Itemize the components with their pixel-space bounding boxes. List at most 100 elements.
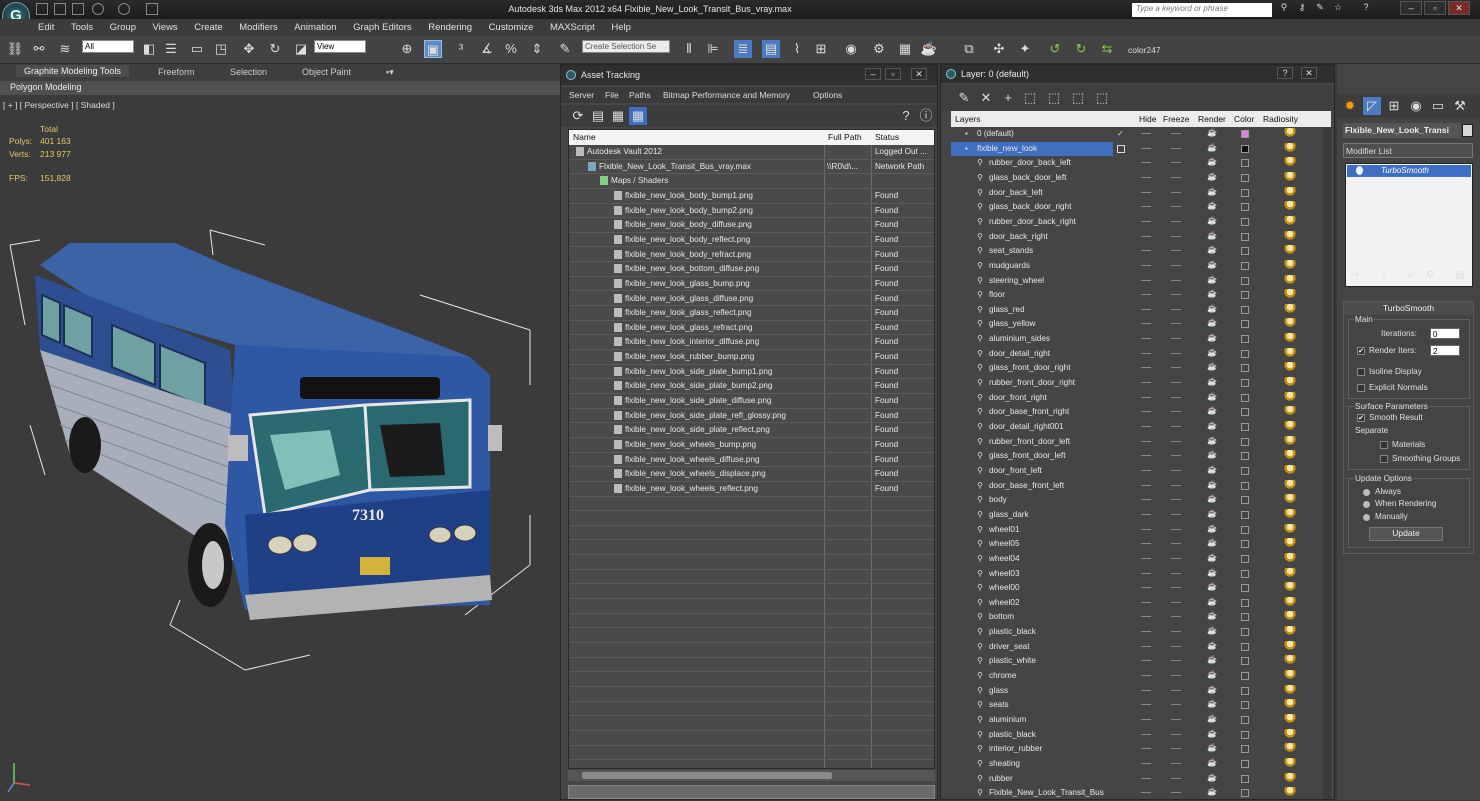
bind-spacewarp-icon[interactable]: ≋ (56, 40, 74, 58)
selection-filter-dropdown[interactable]: All (82, 40, 134, 53)
layer-manager-icon[interactable]: ≣ (734, 40, 752, 58)
create-layer-icon[interactable]: ✎ (955, 89, 973, 107)
freeze-toggle[interactable] (1171, 587, 1181, 589)
layer-row[interactable]: ⚲ glass_front_door_left ☕ (951, 449, 1331, 464)
layer-row[interactable]: ⚲ interior_rubber ☕ (951, 742, 1331, 757)
render-teapot-icon[interactable]: ☕ (1207, 407, 1217, 415)
freeze-toggle[interactable] (1171, 206, 1181, 208)
create-tab-icon[interactable]: ✹ (1341, 97, 1359, 115)
freeze-toggle[interactable] (1171, 279, 1181, 281)
menu-customize[interactable]: Customize (489, 19, 534, 36)
hide-toggle[interactable] (1141, 396, 1151, 398)
unlink-icon[interactable]: ⚯ (30, 40, 48, 58)
modifier-list-dropdown[interactable]: Modifier List (1343, 143, 1473, 158)
layer-color-swatch[interactable] (1241, 144, 1249, 153)
radiosity-icon[interactable] (1284, 347, 1296, 358)
asset-row[interactable]: flxible_new_look_side_plate_reflect.png F… (569, 423, 934, 438)
edit-named-selection-icon[interactable]: ✎ (556, 40, 574, 58)
freeze-toggle[interactable] (1171, 308, 1181, 310)
layer-row[interactable]: ⚲ door_front_right ☕ (951, 391, 1331, 406)
rollout-title[interactable]: TurboSmooth (1344, 302, 1473, 315)
radiosity-icon[interactable] (1284, 567, 1296, 578)
layer-color-swatch[interactable] (1241, 701, 1249, 710)
hide-toggle[interactable] (1141, 264, 1151, 266)
material-editor-icon[interactable]: ◉ (842, 40, 860, 58)
display-tab-icon[interactable]: ▭ (1429, 97, 1447, 115)
search-input[interactable]: Type a keyword or phrase (1132, 3, 1272, 17)
layer-row[interactable]: ⚲ door_base_front_right ☕ (951, 405, 1331, 420)
layer-row[interactable]: ⚲ door_detail_right ☕ (951, 347, 1331, 362)
layer-color-swatch[interactable] (1241, 613, 1249, 622)
layer-color-swatch[interactable] (1241, 320, 1249, 329)
render-teapot-icon[interactable]: ☕ (1207, 231, 1217, 240)
radiosity-icon[interactable] (1284, 450, 1296, 461)
freeze-toggle[interactable] (1171, 719, 1181, 720)
move-icon[interactable]: ✥ (240, 40, 258, 58)
freeze-toggle[interactable] (1171, 323, 1181, 325)
lights-icon[interactable]: ✦ (1016, 40, 1034, 58)
render-teapot-icon[interactable]: ☕ (1207, 172, 1217, 181)
radiosity-icon[interactable] (1284, 699, 1296, 710)
layer-vscrollbar[interactable] (1323, 127, 1331, 799)
pin-stack-icon[interactable]: ⊣ (1345, 267, 1363, 285)
snaps-toggle-icon[interactable]: ³ (452, 40, 470, 58)
table-view-icon[interactable]: ▦ (629, 107, 647, 125)
render-teapot-icon[interactable]: ☕ (1207, 729, 1217, 738)
snapshot-icon[interactable]: ↺ (1046, 40, 1064, 58)
render-teapot-icon[interactable]: ☕ (1207, 158, 1217, 166)
layer-color-swatch[interactable] (1241, 759, 1249, 768)
layer-color-swatch[interactable] (1241, 628, 1249, 637)
render-production-icon[interactable]: ☕ (920, 40, 938, 58)
layer-row[interactable]: ⚲ body ☕ (951, 493, 1331, 508)
asset-maximize-button[interactable]: ▫ (885, 68, 901, 80)
layer-row[interactable]: ⚲ seat_stands ☕ (951, 244, 1331, 259)
hide-toggle[interactable] (1141, 557, 1151, 559)
render-teapot-icon[interactable]: ☕ (1207, 641, 1217, 650)
hide-toggle[interactable] (1141, 704, 1151, 706)
radiosity-icon[interactable] (1284, 289, 1296, 300)
render-teapot-icon[interactable]: ☕ (1207, 334, 1217, 342)
freeze-toggle[interactable] (1171, 601, 1181, 603)
render-teapot-icon[interactable]: ☕ (1207, 451, 1217, 459)
render-teapot-icon[interactable]: ☕ (1207, 495, 1217, 503)
render-teapot-icon[interactable]: ☕ (1207, 612, 1217, 620)
configure-sets-icon[interactable]: ▤ (1451, 267, 1469, 285)
freeze-toggle[interactable] (1171, 660, 1181, 662)
layer-row[interactable]: ⚲ steering_wheel ☕ (951, 274, 1331, 289)
align-icon[interactable]: ⊫ (704, 40, 722, 58)
layer-row[interactable]: ⚲ aluminium ☕ (951, 713, 1331, 728)
asset-row[interactable]: flxible_new_look_wheels_bump.png Found (569, 438, 934, 453)
layer-color-swatch[interactable] (1241, 276, 1249, 285)
hide-all-icon[interactable]: ⬚ (1069, 89, 1087, 107)
layer-row[interactable]: ⚲ plastic_white ☕ (951, 654, 1331, 669)
render-teapot-icon[interactable]: ☕ (1207, 597, 1217, 606)
layer-color-swatch[interactable] (1241, 159, 1249, 168)
asset-row[interactable]: flxible_new_look_wheels_displace.png Foun… (569, 467, 934, 482)
object-name-field[interactable]: Flxible_New_Look_Transi (1343, 123, 1461, 138)
freeze-toggle[interactable] (1171, 191, 1181, 193)
col-freeze[interactable]: Freeze (1163, 114, 1189, 124)
refresh-icon[interactable]: ⟳ (569, 107, 587, 125)
radiosity-icon[interactable] (1284, 596, 1296, 607)
layer-row[interactable]: ⚲ glass_front_door_right ☕ (951, 361, 1331, 376)
ribbon-options-icon[interactable]: ▪▾ (386, 67, 394, 78)
layer-color-swatch[interactable] (1241, 789, 1249, 798)
asset-row[interactable]: Maps / Shaders (569, 174, 934, 189)
layer-row[interactable]: ⚲ wheel00 ☕ (951, 581, 1331, 596)
layer-row[interactable]: ⚲ Flxible_New_Look_Transit_Bus ☕ (951, 786, 1331, 801)
asset-row[interactable]: flxible_new_look_side_plate_bump2.png Fou… (569, 379, 934, 394)
hide-toggle[interactable] (1141, 426, 1151, 427)
col-radiosity[interactable]: Radiosity (1263, 114, 1298, 124)
asset-row[interactable]: flxible_new_look_wheels_diffuse.png Found (569, 453, 934, 468)
layer-color-swatch[interactable] (1241, 130, 1249, 138)
layer-color-swatch[interactable] (1241, 423, 1249, 431)
layer-row[interactable]: ⚲ door_base_front_left ☕ (951, 479, 1331, 494)
layer-color-swatch[interactable] (1241, 584, 1249, 593)
menu-help[interactable]: Help (611, 19, 631, 36)
freeze-toggle[interactable] (1171, 396, 1181, 398)
layer-color-swatch[interactable] (1241, 569, 1249, 578)
perspective-viewport[interactable]: [ + ] [ Perspective ] [ Shaded ] Total P… (0, 95, 558, 800)
freeze-toggle[interactable] (1171, 499, 1181, 501)
layer-row[interactable]: ⚲ wheel03 ☕ (951, 567, 1331, 582)
hide-toggle[interactable] (1141, 528, 1151, 530)
